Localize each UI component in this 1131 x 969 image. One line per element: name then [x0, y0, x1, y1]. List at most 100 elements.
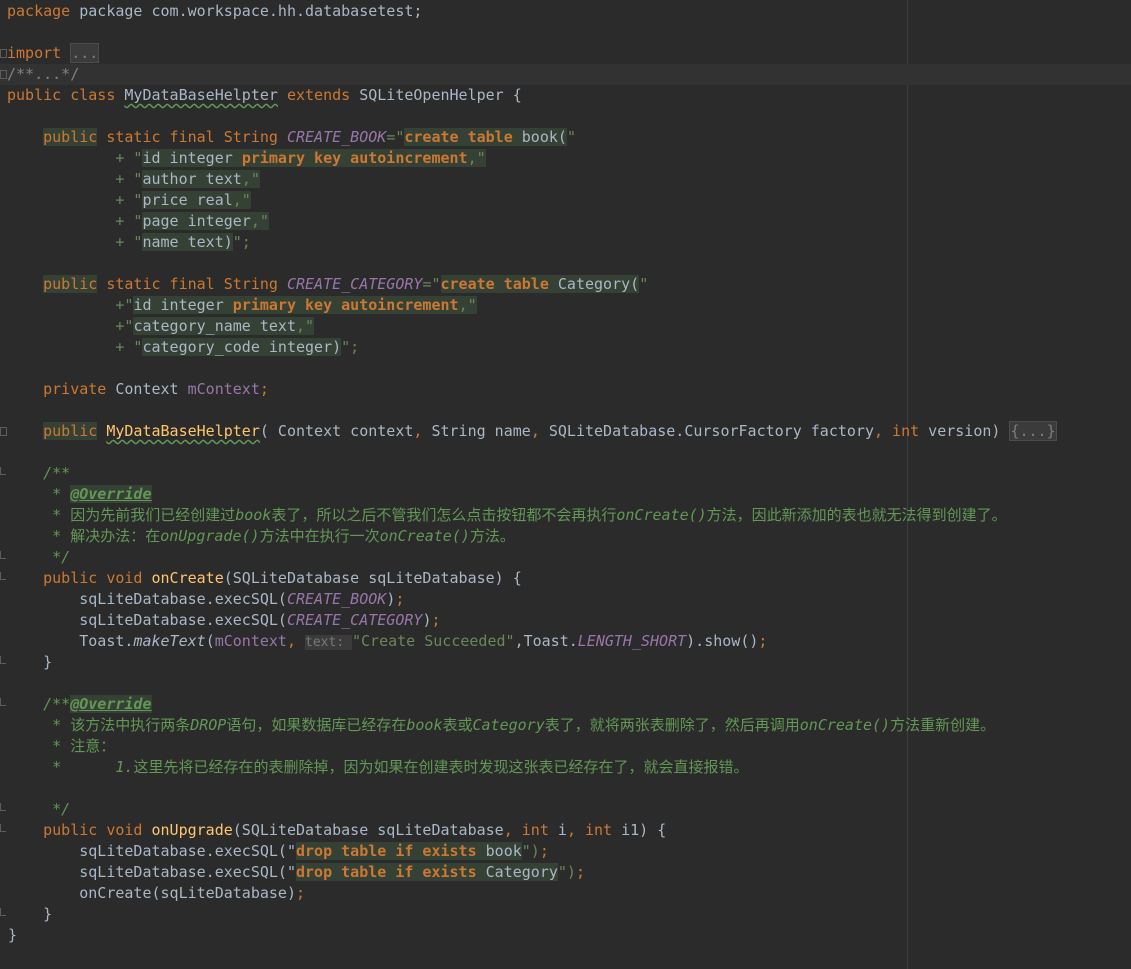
- fold-marker-icon[interactable]: [0, 427, 7, 436]
- code-text: book: [235, 506, 272, 524]
- code-text: id integer: [133, 296, 233, 314]
- fold-marker-icon[interactable]: [0, 49, 7, 58]
- code-text: ,": [296, 317, 315, 335]
- code-line[interactable]: onCreate(sqLiteDatabase);: [7, 883, 305, 904]
- code-line[interactable]: + "page integer,": [7, 211, 269, 232]
- code-line-context-field[interactable]: private Context mContext;: [7, 379, 269, 400]
- code-text: */: [43, 548, 71, 566]
- fold-marker-icon[interactable]: [0, 803, 6, 811]
- code-line-create-category[interactable]: public static final String CREATE_CATEGO…: [7, 274, 648, 295]
- code-line[interactable]: sqLiteDatabase.execSQL(CREATE_BOOK);: [7, 589, 404, 610]
- code-text: page integer: [142, 212, 251, 230]
- code-line-constructor[interactable]: public MyDataBaseHelpter( Context contex…: [7, 421, 1057, 442]
- code-text: ,: [286, 632, 306, 650]
- doc-comment-line: */: [7, 547, 70, 568]
- code-line-create-book[interactable]: public static final String CREATE_BOOK="…: [7, 127, 576, 148]
- code-line[interactable]: + "author text,": [7, 169, 260, 190]
- code-text: + ": [43, 191, 143, 209]
- folded-region[interactable]: ...: [70, 43, 100, 63]
- code-line[interactable]: +"id integer primary key autoincrement,": [7, 295, 477, 316]
- code-text: onCreate(): [616, 506, 707, 524]
- code-line[interactable]: + "name text)";: [7, 232, 251, 253]
- code-line[interactable]: sqLiteDatabase.execSQL("drop table if ex…: [7, 862, 585, 883]
- code-text: DROP: [190, 716, 227, 734]
- code-text: MyDataBaseHelpter: [106, 422, 260, 440]
- code-text: "): [521, 842, 540, 860]
- code-line-package[interactable]: package package com.workspace.hh.databas…: [7, 1, 422, 22]
- code-text: ";: [232, 233, 251, 251]
- code-text: ;: [431, 611, 441, 629]
- fold-marker-icon[interactable]: [0, 70, 7, 79]
- code-line[interactable]: + "category_code integer)";: [7, 337, 359, 358]
- code-line[interactable]: + "price real,": [7, 190, 251, 211]
- code-line-class[interactable]: public class MyDataBaseHelpter extends S…: [7, 85, 522, 106]
- folded-region[interactable]: /**...*/: [7, 65, 79, 83]
- code-text: ).show(): [686, 632, 759, 650]
- folded-region[interactable]: {...}: [1009, 421, 1057, 441]
- code-text: * 该方法中执行两条: [43, 716, 191, 734]
- code-text: i: [548, 821, 567, 839]
- code-text: mContext: [187, 380, 260, 398]
- code-line-onupgrade[interactable]: public void onUpgrade(SQLiteDatabase sqL…: [7, 820, 666, 841]
- code-text: (SQLiteDatabase sqLiteDatabase: [232, 821, 504, 839]
- code-line[interactable]: +"category_name text,": [7, 316, 315, 337]
- code-line-class-end[interactable]: }: [8, 925, 17, 946]
- code-line-oncreate[interactable]: public void onCreate(SQLiteDatabase sqLi…: [7, 568, 522, 589]
- code-text: ;: [575, 863, 585, 881]
- code-line[interactable]: }: [7, 652, 52, 673]
- code-text: name text): [142, 233, 233, 251]
- code-text: sqLiteDatabase.execSQL(: [43, 590, 287, 608]
- code-text: onCreate(): [799, 716, 891, 734]
- code-text: ";: [341, 338, 360, 356]
- code-text: ,: [503, 821, 522, 839]
- fold-marker-icon[interactable]: [0, 572, 6, 580]
- code-text: ,: [413, 422, 432, 440]
- code-text: Category: [476, 863, 558, 881]
- code-editor[interactable]: package package com.workspace.hh.databas…: [0, 0, 1131, 969]
- code-text: sqLiteDatabase.execSQL(": [43, 842, 296, 860]
- code-text: * 注意：: [43, 737, 116, 755]
- code-text: String name: [431, 422, 531, 440]
- code-line[interactable]: sqLiteDatabase.execSQL("drop table if ex…: [7, 841, 549, 862]
- code-text: ,": [250, 212, 269, 230]
- code-text: */: [43, 800, 71, 818]
- code-text: 方法重新创建。: [890, 716, 996, 734]
- code-text: *: [43, 485, 71, 503]
- fold-marker-icon[interactable]: [0, 908, 6, 916]
- code-line[interactable]: + "id integer primary key autoincrement,…: [7, 148, 486, 169]
- fold-marker-icon[interactable]: [0, 824, 6, 832]
- code-text: (SQLiteDatabase sqLiteDatabase) {: [223, 569, 522, 587]
- code-text: + ": [43, 233, 143, 251]
- code-text: MyDataBaseHelpter: [124, 86, 278, 104]
- code-text: ;: [539, 842, 549, 860]
- code-text: ,Toast.: [514, 632, 578, 650]
- fold-marker-icon[interactable]: [0, 656, 6, 664]
- doc-comment-line: * 该方法中执行两条DROP语句，如果数据库已经存在book表或Category…: [7, 715, 995, 736]
- doc-comment-line: * @Override: [7, 484, 152, 505]
- right-margin-guide: [907, 0, 908, 969]
- code-text: Context: [115, 380, 188, 398]
- code-text: sqLiteDatabase.execSQL(": [43, 863, 296, 881]
- fold-marker-icon[interactable]: [0, 467, 6, 475]
- code-text: Toast.: [43, 632, 134, 650]
- code-text: onCreate: [151, 569, 224, 587]
- code-text: }: [43, 905, 53, 923]
- code-text: drop table if exists: [296, 842, 477, 860]
- code-line-doc-folded[interactable]: /**...*/: [7, 64, 79, 85]
- code-text: + ": [43, 149, 143, 167]
- fold-marker-icon[interactable]: [0, 551, 6, 559]
- code-text: 1.: [115, 758, 134, 776]
- code-line[interactable]: sqLiteDatabase.execSQL(CREATE_CATEGORY);: [7, 610, 441, 631]
- code-text: ;: [395, 590, 405, 608]
- code-text: public: [43, 422, 98, 440]
- code-text: mContext: [214, 632, 287, 650]
- code-text: book(: [512, 128, 567, 146]
- fold-marker-icon[interactable]: [0, 698, 6, 706]
- code-text: "Create Succeeded": [352, 632, 515, 650]
- code-line[interactable]: Toast.makeText(mContext, text: "Create S…: [7, 631, 767, 652]
- code-line-import[interactable]: import ...: [7, 43, 100, 64]
- code-line[interactable]: }: [7, 904, 52, 925]
- code-text: + ": [43, 338, 143, 356]
- code-text: 表或: [442, 716, 473, 734]
- code-text: =": [422, 275, 441, 293]
